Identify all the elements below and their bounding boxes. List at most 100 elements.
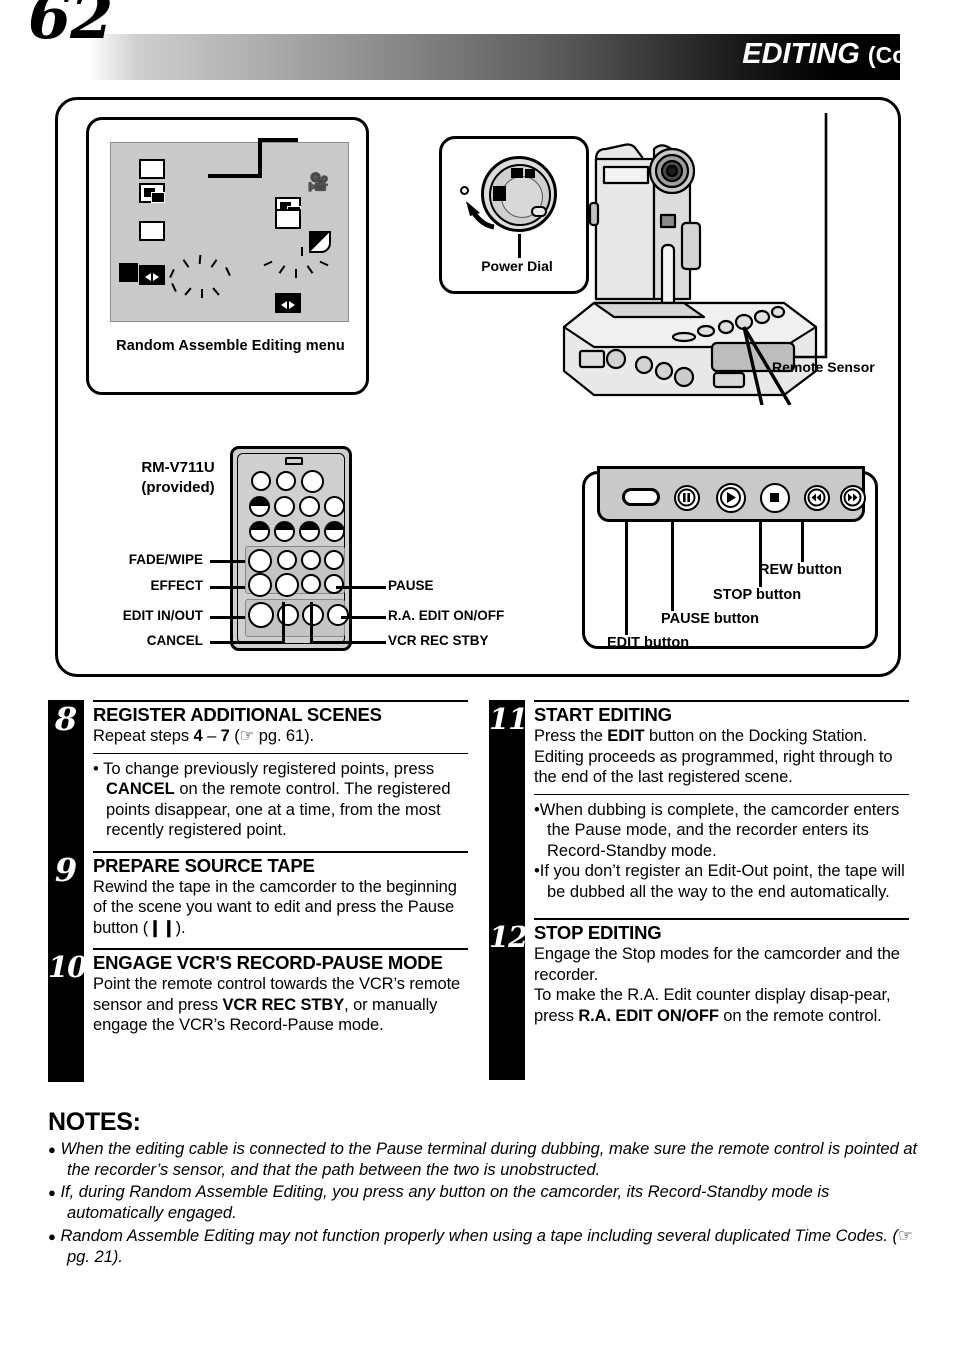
lead-effect bbox=[210, 586, 245, 589]
lead-dock-pause bbox=[671, 520, 674, 611]
remote-sensor-label: Remote Sensor bbox=[772, 359, 875, 375]
step-12-title: STOP EDITING bbox=[534, 922, 662, 943]
lead-ra-edit bbox=[341, 616, 386, 619]
step-11-bullets: •When dubbing is complete, the camcorder… bbox=[489, 800, 909, 903]
remote-label-fade-wipe: FADE/WIPE bbox=[128, 552, 203, 567]
remote-label-vcr-rec-stby: VCR REC STBY bbox=[388, 633, 489, 648]
note-item-1: ● When the editing cable is connected to… bbox=[48, 1139, 918, 1181]
dock-edit-button[interactable] bbox=[622, 488, 660, 506]
rotate-arrow-icon bbox=[466, 201, 495, 230]
dock-ff-button[interactable] bbox=[840, 485, 866, 511]
remote-label-edit-in-out: EDIT IN/OUT bbox=[122, 608, 203, 623]
step-8-title: REGISTER ADDITIONAL SCENES bbox=[93, 704, 382, 725]
dock-buttons-panel: REW button STOP button PAUSE button EDIT… bbox=[582, 466, 878, 651]
step-11-body: Press the EDIT button on the Docking Sta… bbox=[534, 727, 893, 786]
step-10-number: 10 bbox=[48, 950, 87, 984]
step-8: 8 REGISTER ADDITIONAL SCENES Repeat step… bbox=[48, 702, 468, 747]
lead-cancel-v bbox=[282, 602, 285, 644]
remote-button-vcr-rec-stby[interactable] bbox=[302, 604, 324, 626]
dock-pause-button[interactable] bbox=[674, 485, 700, 511]
lead-vcr-rec-stby-v bbox=[310, 602, 313, 644]
remote-button-shift-up[interactable] bbox=[299, 521, 320, 542]
remote-button-slow-fwd[interactable] bbox=[274, 521, 295, 542]
step-12-number: 12 bbox=[489, 920, 528, 954]
remote-model-name: RM-V711U bbox=[141, 459, 215, 476]
step-10-title: ENGAGE VCR'S RECORD-PAUSE MODE bbox=[93, 952, 443, 973]
lead-cancel bbox=[210, 641, 283, 644]
page-number: 62 bbox=[28, 0, 113, 53]
remote-button-cancel[interactable] bbox=[277, 604, 299, 626]
step-rule-10 bbox=[93, 948, 468, 950]
remote-button-r1c1[interactable] bbox=[251, 471, 271, 491]
notes-list: ● When the editing cable is connected to… bbox=[48, 1139, 918, 1268]
step-10-body: Point the remote control towards the VCR… bbox=[93, 975, 461, 1034]
dock-label-edit: EDIT button bbox=[607, 635, 690, 651]
note-bullet-1: ● bbox=[48, 1142, 56, 1157]
remote-button-r2c1[interactable] bbox=[249, 496, 270, 517]
note-bullet-2: ● bbox=[48, 1185, 56, 1200]
remote-label-cancel: CANCEL bbox=[146, 633, 203, 648]
step-rule-12 bbox=[534, 918, 909, 920]
steps-column-left: 8 REGISTER ADDITIONAL SCENES Repeat step… bbox=[48, 700, 468, 1082]
step-rule-11 bbox=[534, 700, 909, 702]
menu-screen: 🎥 bbox=[110, 142, 349, 322]
note-bullet-3: ● bbox=[48, 1229, 56, 1244]
step-8-bullets: • To change previously registered points… bbox=[48, 759, 468, 841]
dial-notch-1 bbox=[511, 168, 523, 178]
dock-stop-button[interactable] bbox=[760, 483, 790, 513]
remote-button-rew[interactable] bbox=[277, 550, 297, 570]
pause-glyph: ❙❙ bbox=[148, 918, 176, 937]
page-header: EDITING (Cont.) bbox=[0, 34, 954, 80]
step-9-number: 9 bbox=[54, 850, 78, 889]
power-dial-pointer-line bbox=[518, 234, 521, 258]
camera-icon: 🎥 bbox=[307, 172, 330, 192]
dock-label-pause: PAUSE button bbox=[661, 611, 759, 627]
note-item-2: ● If, during Random Assemble Editing, yo… bbox=[48, 1182, 918, 1224]
step-11-bullet-1: •When dubbing is complete, the camcorder… bbox=[534, 800, 900, 860]
step-8-bullet-rule bbox=[93, 752, 468, 754]
remote-button-r1c3[interactable] bbox=[301, 470, 324, 493]
lead-dock-rew bbox=[801, 520, 804, 562]
steps-column-right: 11 START EDITING Press the EDIT button o… bbox=[489, 700, 909, 1080]
lead-edit-in-out bbox=[210, 616, 245, 619]
remote-button-pause[interactable] bbox=[324, 574, 344, 594]
remote-button-r2c2[interactable] bbox=[274, 496, 295, 517]
step-9: 9 PREPARE SOURCE TAPE Rewind the tape in… bbox=[48, 850, 468, 939]
remote-button-slow-rev[interactable] bbox=[249, 521, 270, 542]
remote-button-r2c3[interactable] bbox=[299, 496, 320, 517]
step-10: 10 ENGAGE VCR'S RECORD-PAUSE MODE Point … bbox=[48, 950, 468, 1036]
lead-dock-stop bbox=[759, 520, 762, 587]
header-title-main: EDITING bbox=[742, 38, 860, 70]
remote-button-ff[interactable] bbox=[324, 550, 344, 570]
remote-button-effect-on-off[interactable] bbox=[275, 573, 299, 597]
dock-rew-button[interactable] bbox=[804, 485, 830, 511]
remote-button-ra-edit-on-off[interactable] bbox=[327, 604, 349, 626]
step-8-body: Repeat steps 4 – 7 (☞ pg. 61). bbox=[93, 726, 314, 745]
step-9-title: PREPARE SOURCE TAPE bbox=[93, 854, 315, 876]
remote-button-r2c4[interactable] bbox=[324, 496, 345, 517]
remote-button-edit-in-out[interactable] bbox=[248, 602, 274, 628]
remote-button-effect[interactable] bbox=[248, 573, 272, 597]
dock-play-button[interactable] bbox=[716, 483, 746, 513]
dock-label-rew: REW button bbox=[759, 562, 842, 578]
overlap-frames-icon bbox=[139, 183, 165, 203]
note-text-1: When the editing cable is connected to t… bbox=[60, 1140, 918, 1179]
step-11-bullet-2: •If you don’t register an Edit-Out point… bbox=[534, 862, 905, 901]
step-rule-9 bbox=[93, 850, 468, 853]
blink-marks-right bbox=[263, 247, 343, 289]
dial-notch-2 bbox=[525, 169, 535, 178]
frame-icon-right bbox=[275, 209, 301, 229]
remote-button-fade-wipe[interactable] bbox=[248, 549, 272, 573]
remote-button-play[interactable] bbox=[301, 550, 321, 570]
remote-label-ra-edit-on-off: R.A. EDIT ON/OFF bbox=[388, 608, 505, 623]
lead-dock-edit bbox=[625, 520, 628, 635]
remote-button-shift-down[interactable] bbox=[324, 521, 345, 542]
step-11-title: START EDITING bbox=[534, 704, 672, 725]
remote-button-r1c2[interactable] bbox=[276, 471, 296, 491]
random-assemble-menu-panel: 🎥 Random Assemble Editing menu bbox=[86, 117, 369, 395]
dial-indicator-dot bbox=[460, 186, 469, 195]
remote-button-stop[interactable] bbox=[301, 574, 321, 594]
dock-label-stop: STOP button bbox=[713, 587, 802, 603]
step-12-body: Engage the Stop modes for the camcorder … bbox=[534, 945, 900, 1025]
note-text-3: Random Assemble Editing may not function… bbox=[60, 1226, 913, 1266]
